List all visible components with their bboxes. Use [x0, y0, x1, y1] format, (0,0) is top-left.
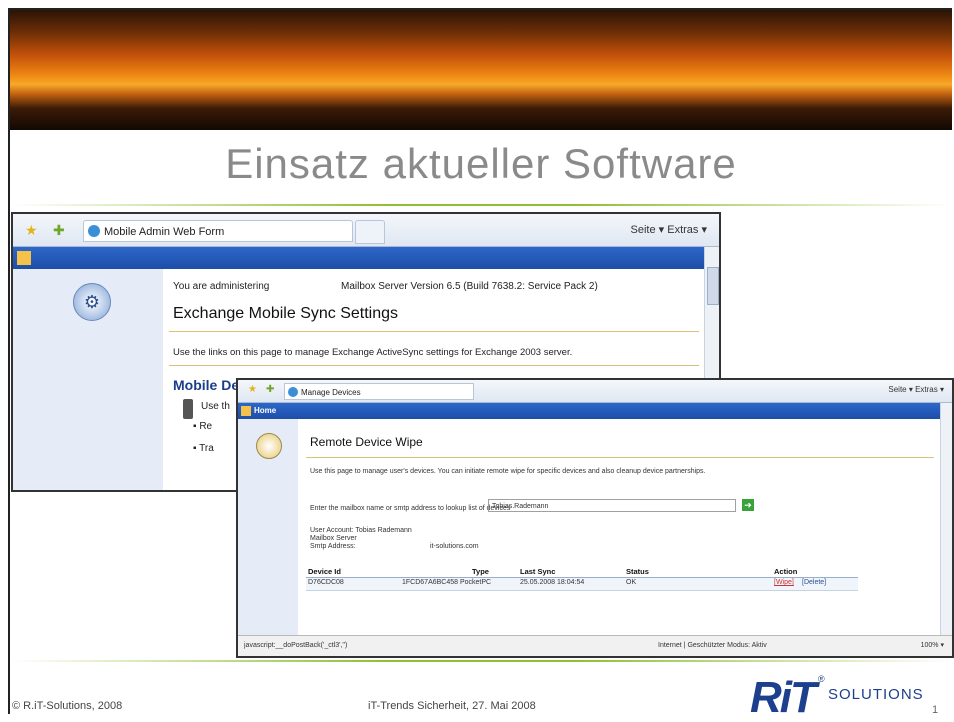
title-divider: [10, 204, 952, 206]
left-panel: [238, 419, 298, 636]
ie-page-icon: [288, 387, 298, 397]
col-header-type: Type: [472, 567, 489, 576]
ie-page-icon: [88, 225, 100, 237]
event-info: iT-Trends Sicherheit, 27. Mai 2008: [368, 700, 536, 712]
main-content: Remote Device Wipe Use this page to mana…: [298, 419, 940, 636]
zoom-level[interactable]: 100% ▾: [921, 636, 944, 656]
home-icon[interactable]: [17, 251, 31, 265]
col-header-device-id: Device Id: [308, 567, 341, 576]
user-account: User Account: Tobias Rademann: [310, 527, 412, 534]
favorites-star-icon[interactable]: ★: [248, 384, 257, 395]
browser-tab-manage-devices[interactable]: Manage Devices: [284, 383, 474, 400]
nav-bar: Home: [238, 403, 952, 419]
server-info: Mailbox Server Version 6.5 (Build 7638.2…: [341, 281, 598, 292]
status-bar: javascript:__doPostBack('_ctl3','') Inte…: [238, 635, 952, 656]
scrollbar-thumb[interactable]: [707, 267, 719, 305]
cell-device-id: D76CDC08: [308, 579, 344, 586]
settings-link-2[interactable]: ▪ Tra: [193, 443, 214, 454]
heading-divider: [169, 331, 699, 332]
cell-last-sync: 25.05.2008 18:04:54: [520, 579, 585, 586]
page-heading: Remote Device Wipe: [310, 435, 423, 449]
left-panel: ⚙: [13, 269, 163, 490]
tab-title: Mobile Admin Web Form: [104, 226, 225, 238]
description-divider: [169, 365, 699, 366]
logo-text: SOLUTIONS: [828, 686, 924, 703]
page-number: 1: [932, 704, 939, 716]
col-header-action: Action: [774, 567, 798, 576]
section-text: Use th: [201, 401, 230, 412]
settings-gear-icon: ⚙: [73, 283, 111, 321]
browser-toolbar: ★ ✚ Mobile Admin Web Form Seite ▾ Extras…: [13, 214, 719, 247]
wipe-link[interactable]: [Wipe]: [774, 579, 794, 589]
device-wipe-icon: [256, 433, 282, 459]
lookup-label: Enter the mailbox name or smtp address t…: [310, 505, 511, 512]
smtp-label: Smtp Address:: [310, 543, 356, 550]
nav-bar: [13, 247, 719, 269]
command-bar[interactable]: Seite ▾ Extras ▾: [631, 223, 707, 236]
browser-toolbar: ★ ✚ Manage Devices Seite ▾ Extras ▾: [238, 380, 952, 403]
smtp-value: it-solutions.com: [430, 543, 479, 550]
add-favorites-icon[interactable]: ✚: [266, 384, 274, 395]
footer-divider: [10, 660, 952, 662]
logo-registered: ®: [818, 674, 825, 684]
nav-home-link[interactable]: Home: [254, 406, 276, 415]
cell-status: OK: [626, 579, 637, 586]
tab-title: Manage Devices: [301, 388, 361, 397]
favorites-star-icon[interactable]: ★: [25, 222, 38, 239]
page-heading: Exchange Mobile Sync Settings: [173, 305, 399, 322]
heading-divider: [306, 457, 934, 458]
slide-title: Einsatz aktueller Software: [225, 140, 737, 187]
command-bar[interactable]: Seite ▾ Extras ▾: [888, 385, 944, 394]
col-header-status: Status: [626, 567, 649, 576]
copyright: © R.iT-Solutions, 2008: [12, 700, 123, 712]
cell-type: 1FCD67A6BC458 PocketPC: [402, 579, 492, 586]
delete-link[interactable]: [Delete]: [802, 579, 826, 589]
settings-link-1[interactable]: ▪ Re: [193, 421, 212, 432]
page-description: Use the links on this page to manage Exc…: [173, 347, 573, 358]
security-zone: Internet | Geschützter Modus: Aktiv: [658, 642, 767, 649]
logo-mark: RiT: [750, 673, 817, 722]
browser-window-manage-devices: ★ ✚ Manage Devices Seite ▾ Extras ▾ Home…: [236, 378, 954, 658]
new-tab-button[interactable]: [355, 220, 385, 244]
status-url: javascript:__doPostBack('_ctl3',''): [244, 642, 348, 649]
slide: Einsatz aktueller Software ★ ✚ Mobile Ad…: [0, 0, 954, 722]
settings-link-2-label[interactable]: Tra: [199, 443, 214, 454]
add-favorites-icon[interactable]: ✚: [53, 222, 65, 239]
mailbox-server: Mailbox Server: [310, 535, 357, 542]
sunset-header-image: [10, 10, 952, 130]
vertical-scrollbar[interactable]: [940, 403, 952, 636]
col-header-last-sync: Last Sync: [520, 567, 556, 576]
account-info: User Account: Tobias Rademann Mailbox Se…: [310, 527, 412, 543]
mobile-device-icon: [183, 399, 193, 419]
admin-label: You are administering: [173, 281, 270, 292]
mailbox-lookup-input[interactable]: Tobias.Rademann: [488, 499, 736, 512]
rit-solutions-logo: RiT ® SOLUTIONS: [750, 673, 950, 722]
page-description: Use this page to manage user's devices. …: [310, 468, 706, 475]
settings-link-1-label[interactable]: Re: [199, 421, 212, 432]
go-arrow-button[interactable]: ➔: [742, 499, 754, 511]
browser-tab-mobile-admin[interactable]: Mobile Admin Web Form: [83, 220, 353, 242]
home-icon: [241, 406, 251, 416]
